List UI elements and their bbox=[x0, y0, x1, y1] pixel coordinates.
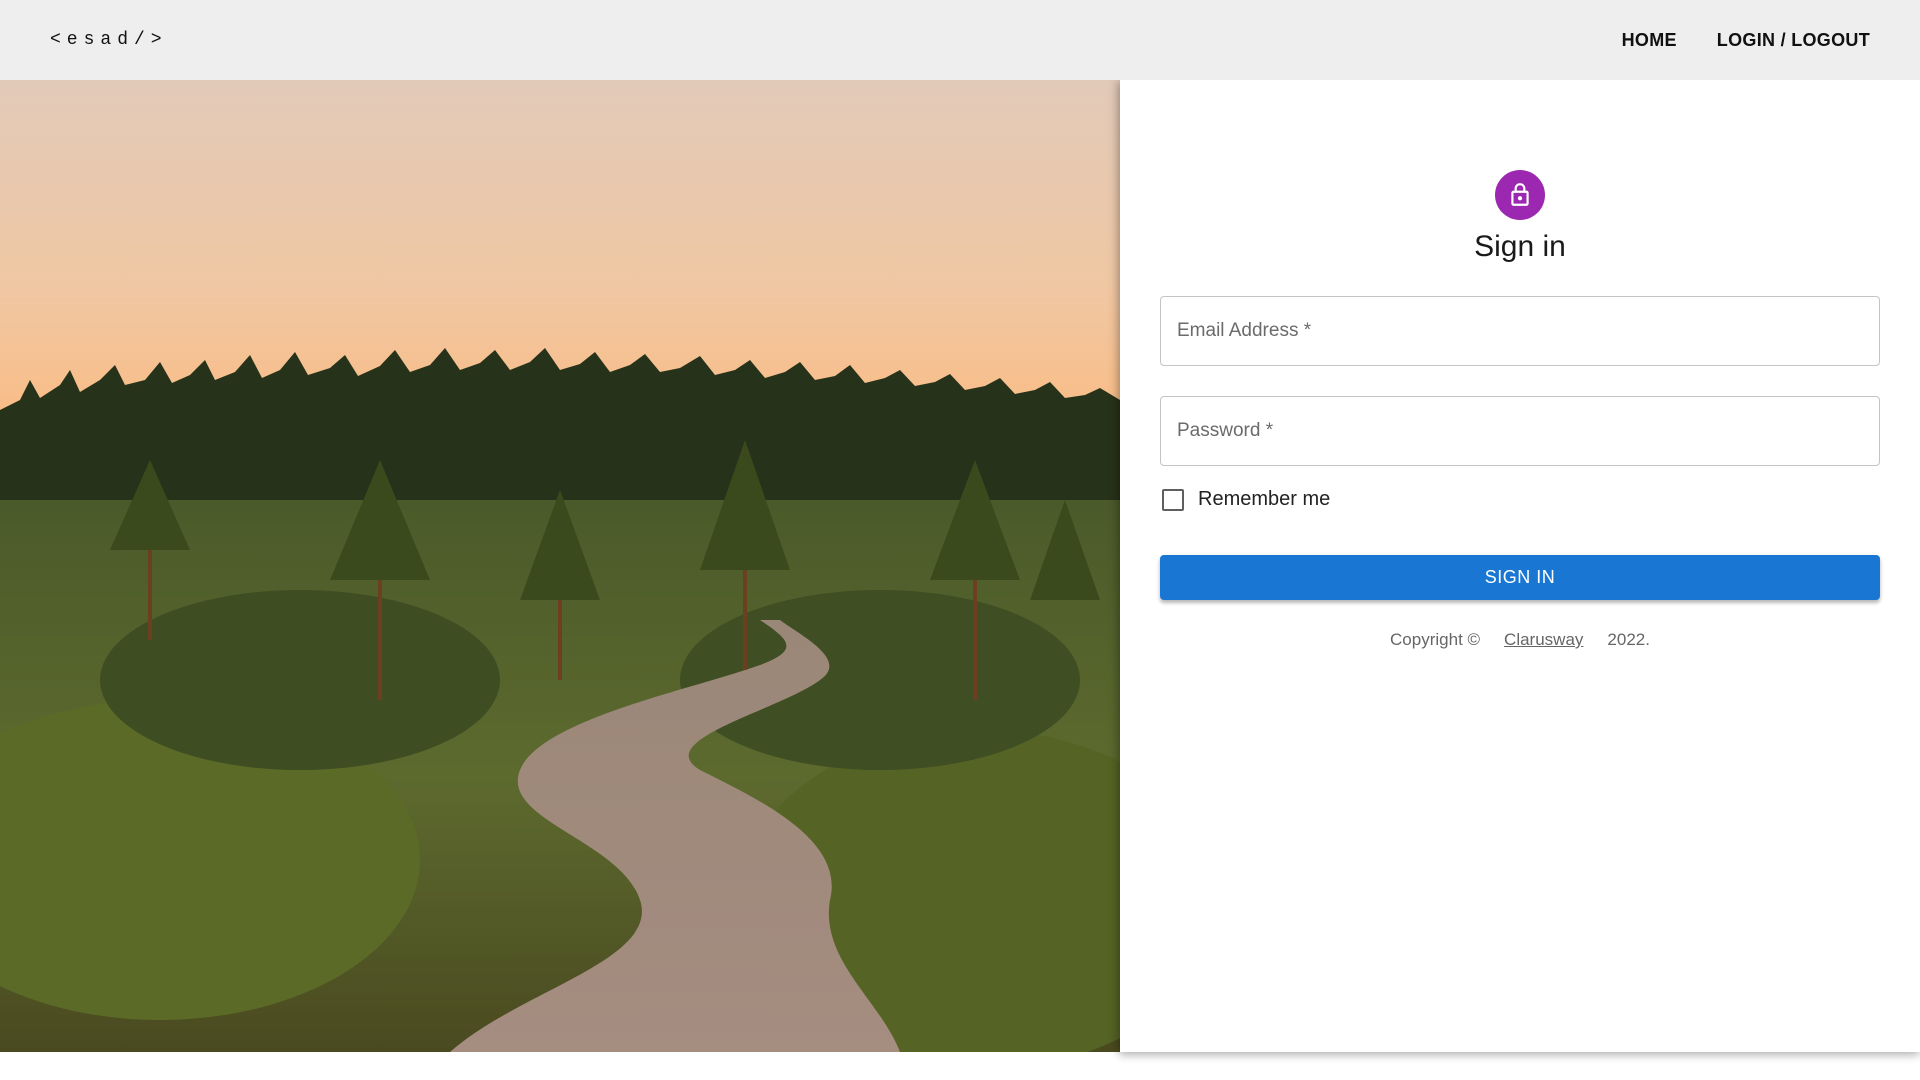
nav-login-logout-link[interactable]: LOGIN / LOGOUT bbox=[1717, 30, 1870, 51]
clarusway-link[interactable]: Clarusway bbox=[1504, 630, 1583, 650]
landscape-illustration bbox=[0, 80, 1120, 1052]
remember-me-checkbox[interactable] bbox=[1162, 488, 1184, 511]
copyright-prefix: Copyright © bbox=[1390, 630, 1481, 649]
signin-title: Sign in bbox=[1474, 230, 1566, 263]
brand-logo[interactable]: <esad/> bbox=[50, 30, 168, 50]
copyright-year: 2022. bbox=[1607, 630, 1650, 649]
copyright-footer: Copyright © Clarusway 2022. bbox=[1390, 630, 1650, 650]
lock-avatar bbox=[1495, 170, 1545, 220]
hero-landscape-image bbox=[0, 80, 1120, 1052]
email-placeholder: Email Address * bbox=[1177, 320, 1312, 341]
signin-panel: Sign in Email Address * Password * Remem… bbox=[1120, 80, 1920, 1052]
lock-icon bbox=[1511, 183, 1529, 206]
top-navbar: <esad/> HOME LOGIN / LOGOUT bbox=[0, 0, 1920, 80]
sign-in-button[interactable]: SIGN IN bbox=[1160, 555, 1880, 600]
email-field[interactable]: Email Address * bbox=[1160, 296, 1880, 366]
remember-me-label[interactable]: Remember me bbox=[1198, 488, 1330, 511]
nav-home-link[interactable]: HOME bbox=[1622, 30, 1677, 51]
nav-links: HOME LOGIN / LOGOUT bbox=[1622, 30, 1870, 51]
remember-me-row: Remember me bbox=[1160, 488, 1880, 511]
password-field[interactable]: Password * bbox=[1160, 396, 1880, 466]
signin-form: Sign in Email Address * Password * Remem… bbox=[1160, 170, 1880, 650]
password-placeholder: Password * bbox=[1177, 420, 1274, 441]
